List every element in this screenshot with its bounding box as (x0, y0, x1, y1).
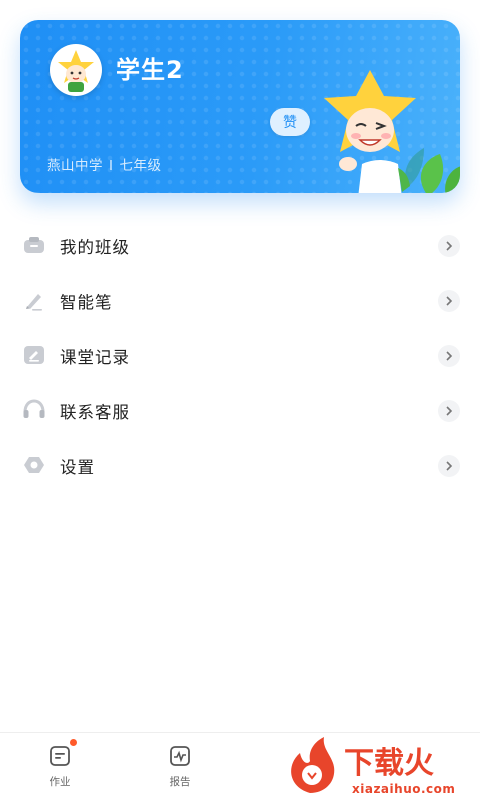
pen-icon (26, 294, 42, 311)
tab-homework[interactable]: 作业 (30, 739, 90, 789)
flame-logo-icon: 下载火 xiazaihuo.com (291, 737, 455, 796)
chevron-right-icon (438, 290, 460, 312)
avatar-star-mascot-icon (58, 50, 94, 92)
settings-icon (24, 457, 44, 473)
menu-item-label: 智能笔 (60, 293, 113, 312)
menu-item-my-class[interactable]: 我的班级 (0, 218, 480, 273)
username: 学生2 (116, 56, 184, 84)
tab-label: 报告 (169, 776, 191, 788)
chevron-right-icon (438, 345, 460, 367)
grade-label: 七年级 (119, 158, 162, 174)
menu-item-label: 我的班级 (60, 238, 130, 257)
chevron-right-icon (438, 400, 460, 422)
notification-dot (70, 739, 77, 746)
chevron-right-icon (438, 235, 460, 257)
star-mascot-illustration (324, 70, 460, 193)
report-icon (170, 746, 190, 766)
tab-report[interactable]: 报告 (150, 745, 210, 789)
like-button[interactable]: 赞 (270, 108, 310, 136)
homework-icon (50, 746, 70, 766)
menu-item-label: 课堂记录 (60, 348, 130, 367)
menu-item-label: 联系客服 (60, 403, 130, 422)
school-grade-info: 燕山中学 I 七年级 (47, 154, 161, 174)
profile-card[interactable]: 学生2 赞 燕山中学 I 七年级 (20, 20, 460, 193)
avatar[interactable] (50, 44, 102, 96)
menu-list: 我的班级 智能笔 课堂记录 联系客服 设置 (0, 218, 480, 493)
menu-item-settings[interactable]: 设置 (0, 438, 480, 493)
menu-item-label: 设置 (60, 458, 95, 477)
menu-item-smart-pen[interactable]: 智能笔 (0, 273, 480, 328)
tab-label: 作业 (49, 776, 71, 788)
watermark-url: xiazaihuo.com (352, 782, 455, 796)
menu-item-class-records[interactable]: 课堂记录 (0, 328, 480, 383)
class-icon (24, 237, 44, 253)
school-name: 燕山中学 (47, 158, 103, 174)
record-icon (24, 346, 44, 364)
separator: I (109, 158, 114, 174)
menu-item-contact-support[interactable]: 联系客服 (0, 383, 480, 438)
chevron-right-icon (438, 455, 460, 477)
headset-icon (23, 399, 45, 418)
watermark-brand: 下载火 (344, 746, 434, 781)
watermark-logo: 下载火 xiazaihuo.com (280, 735, 480, 800)
